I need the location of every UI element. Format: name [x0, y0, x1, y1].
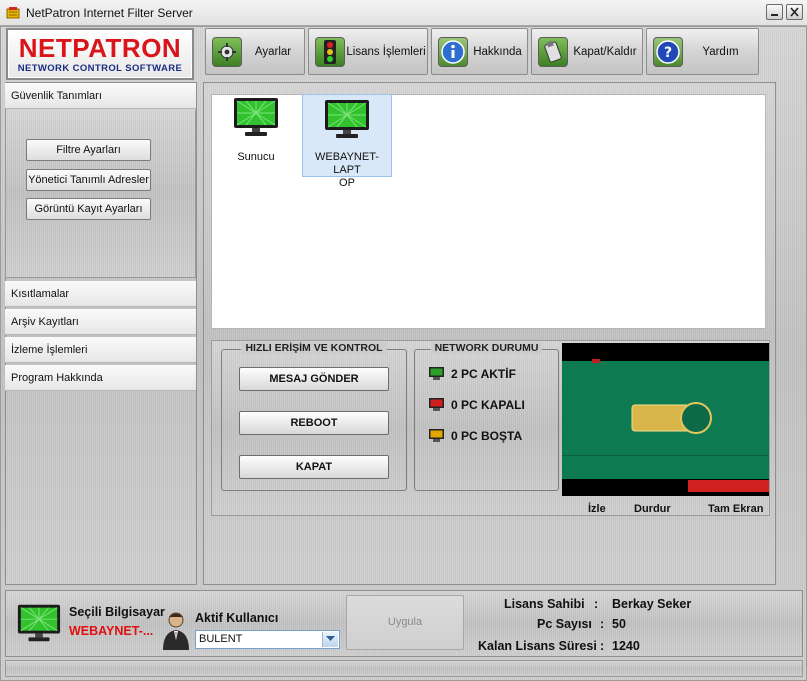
- network-status-title: NETWORK DURUMU: [430, 342, 543, 354]
- computer-name-line1: WEBAYNET-LAPT: [315, 151, 379, 176]
- reboot-button[interactable]: REBOOT: [239, 411, 389, 435]
- separator: :: [600, 639, 605, 653]
- computer-name: Sunucu: [237, 151, 275, 163]
- toolbar-label: Kapat/Kaldır: [573, 45, 637, 58]
- minimize-button[interactable]: [766, 4, 783, 20]
- yellow-monitor-icon: [429, 429, 444, 442]
- user-avatar-icon: [163, 612, 189, 650]
- remaining-license-label: Kalan Lisans Süresi: [478, 639, 597, 653]
- help-icon: ?: [653, 36, 683, 67]
- green-monitor-icon: [429, 367, 444, 380]
- close-button[interactable]: [786, 4, 803, 20]
- toolbar-help-button[interactable]: ? Yardım: [646, 28, 759, 75]
- logo-subtitle: NETWORK CONTROL SOFTWARE: [17, 63, 183, 74]
- admin-addresses-button[interactable]: Yönetici Tanımlı Adresler: [26, 169, 151, 191]
- shutdown-button[interactable]: KAPAT: [239, 455, 389, 479]
- title-bar: NetPatron Internet Filter Server: [0, 0, 807, 26]
- active-user-dropdown[interactable]: BULENT: [195, 630, 340, 649]
- usb-icon: [538, 36, 568, 67]
- quick-access-title: HIZLI ERİŞİM VE KONTROL: [241, 342, 387, 354]
- watch-link[interactable]: İzle: [588, 503, 606, 515]
- minimize-icon: [771, 14, 778, 16]
- netpatron-logo: NETPATRON NETWORK CONTROL SOFTWARE: [6, 28, 194, 80]
- monitor-icon: [325, 100, 369, 138]
- network-off-text: 0 PC KAPALI: [451, 397, 525, 412]
- sidebar-security-panel: [5, 110, 196, 278]
- toolbar-license-button[interactable]: Lisans İşlemleri: [308, 28, 428, 75]
- computer-list-panel: [211, 94, 766, 329]
- network-active-line: 2 PC AKTİF: [428, 366, 516, 381]
- video-preview[interactable]: [562, 343, 769, 496]
- toolbar-label: Hakkında: [473, 45, 522, 58]
- window-title: NetPatron Internet Filter Server: [26, 6, 193, 20]
- send-message-button[interactable]: MESAJ GÖNDER: [239, 367, 389, 391]
- separator: :: [600, 617, 605, 631]
- info-icon: [438, 36, 468, 67]
- sidebar-section-monitoring[interactable]: İzleme İşlemleri: [5, 337, 196, 363]
- stop-link[interactable]: Durdur: [634, 503, 671, 515]
- computer-item-webaynet-laptop[interactable]: WEBAYNET-LAPT OP: [302, 94, 392, 189]
- svg-text:?: ?: [664, 45, 672, 61]
- pc-count-label: Pc Sayısı: [537, 617, 592, 631]
- toolbar-close-uninstall-button[interactable]: Kapat/Kaldır: [531, 28, 643, 75]
- close-icon: [790, 7, 799, 17]
- sidebar-section-archive[interactable]: Arşiv Kayıtları: [5, 309, 196, 335]
- tv-broadcast-frame: [562, 343, 769, 496]
- monitor-icon: [234, 98, 278, 136]
- network-off-line: 0 PC KAPALI: [428, 397, 525, 412]
- toolbar-label: Ayarlar: [254, 45, 292, 58]
- pc-count-value: 50: [612, 617, 626, 631]
- bottom-strip: [5, 660, 803, 677]
- network-idle-line: 0 PC BOŞTA: [428, 428, 522, 443]
- toolbar-label: Yardım: [702, 45, 739, 58]
- network-idle-text: 0 PC BOŞTA: [451, 428, 523, 443]
- license-owner-value: Berkay Seker: [612, 597, 692, 611]
- active-user-label: Aktif Kullanıcı: [195, 611, 279, 625]
- chevron-down-icon[interactable]: [322, 632, 338, 647]
- active-user-value: BULENT: [199, 633, 243, 645]
- remaining-license-value: 1240: [612, 639, 640, 653]
- license-owner-label: Lisans Sahibi: [504, 597, 585, 611]
- selected-monitor-icon: [17, 604, 61, 642]
- sidebar-section-about[interactable]: Program Hakkında: [5, 365, 196, 391]
- screen-record-settings-button[interactable]: Görüntü Kayıt Ayarları: [26, 198, 151, 220]
- computer-item-server[interactable]: Sunucu: [226, 96, 286, 163]
- toolbar-settings-button[interactable]: Ayarlar: [205, 28, 305, 75]
- sidebar-section-security[interactable]: Güvenlik Tanımları: [5, 83, 196, 109]
- sidebar-section-restrictions[interactable]: Kısıtlamalar: [5, 281, 196, 307]
- app-icon: [6, 7, 20, 19]
- filter-settings-button[interactable]: Filtre Ayarları: [26, 139, 151, 161]
- selected-pc-label: Seçili Bilgisayar: [69, 605, 165, 619]
- selected-pc-value: WEBAYNET-...: [69, 624, 154, 638]
- fullscreen-link[interactable]: Tam Ekran: [708, 503, 763, 515]
- settings-icon: [212, 36, 242, 67]
- red-monitor-icon: [429, 398, 444, 411]
- traffic-light-icon: [315, 36, 345, 67]
- toolbar-label: Lisans İşlemleri: [346, 45, 426, 58]
- apply-button[interactable]: Uygula: [346, 595, 464, 650]
- separator: :: [594, 597, 599, 611]
- computer-name-line2: OP: [339, 177, 355, 189]
- logo-title: NETPATRON: [18, 33, 182, 63]
- toolbar-about-button[interactable]: Hakkında: [431, 28, 528, 75]
- network-active-text: 2 PC AKTİF: [451, 366, 516, 381]
